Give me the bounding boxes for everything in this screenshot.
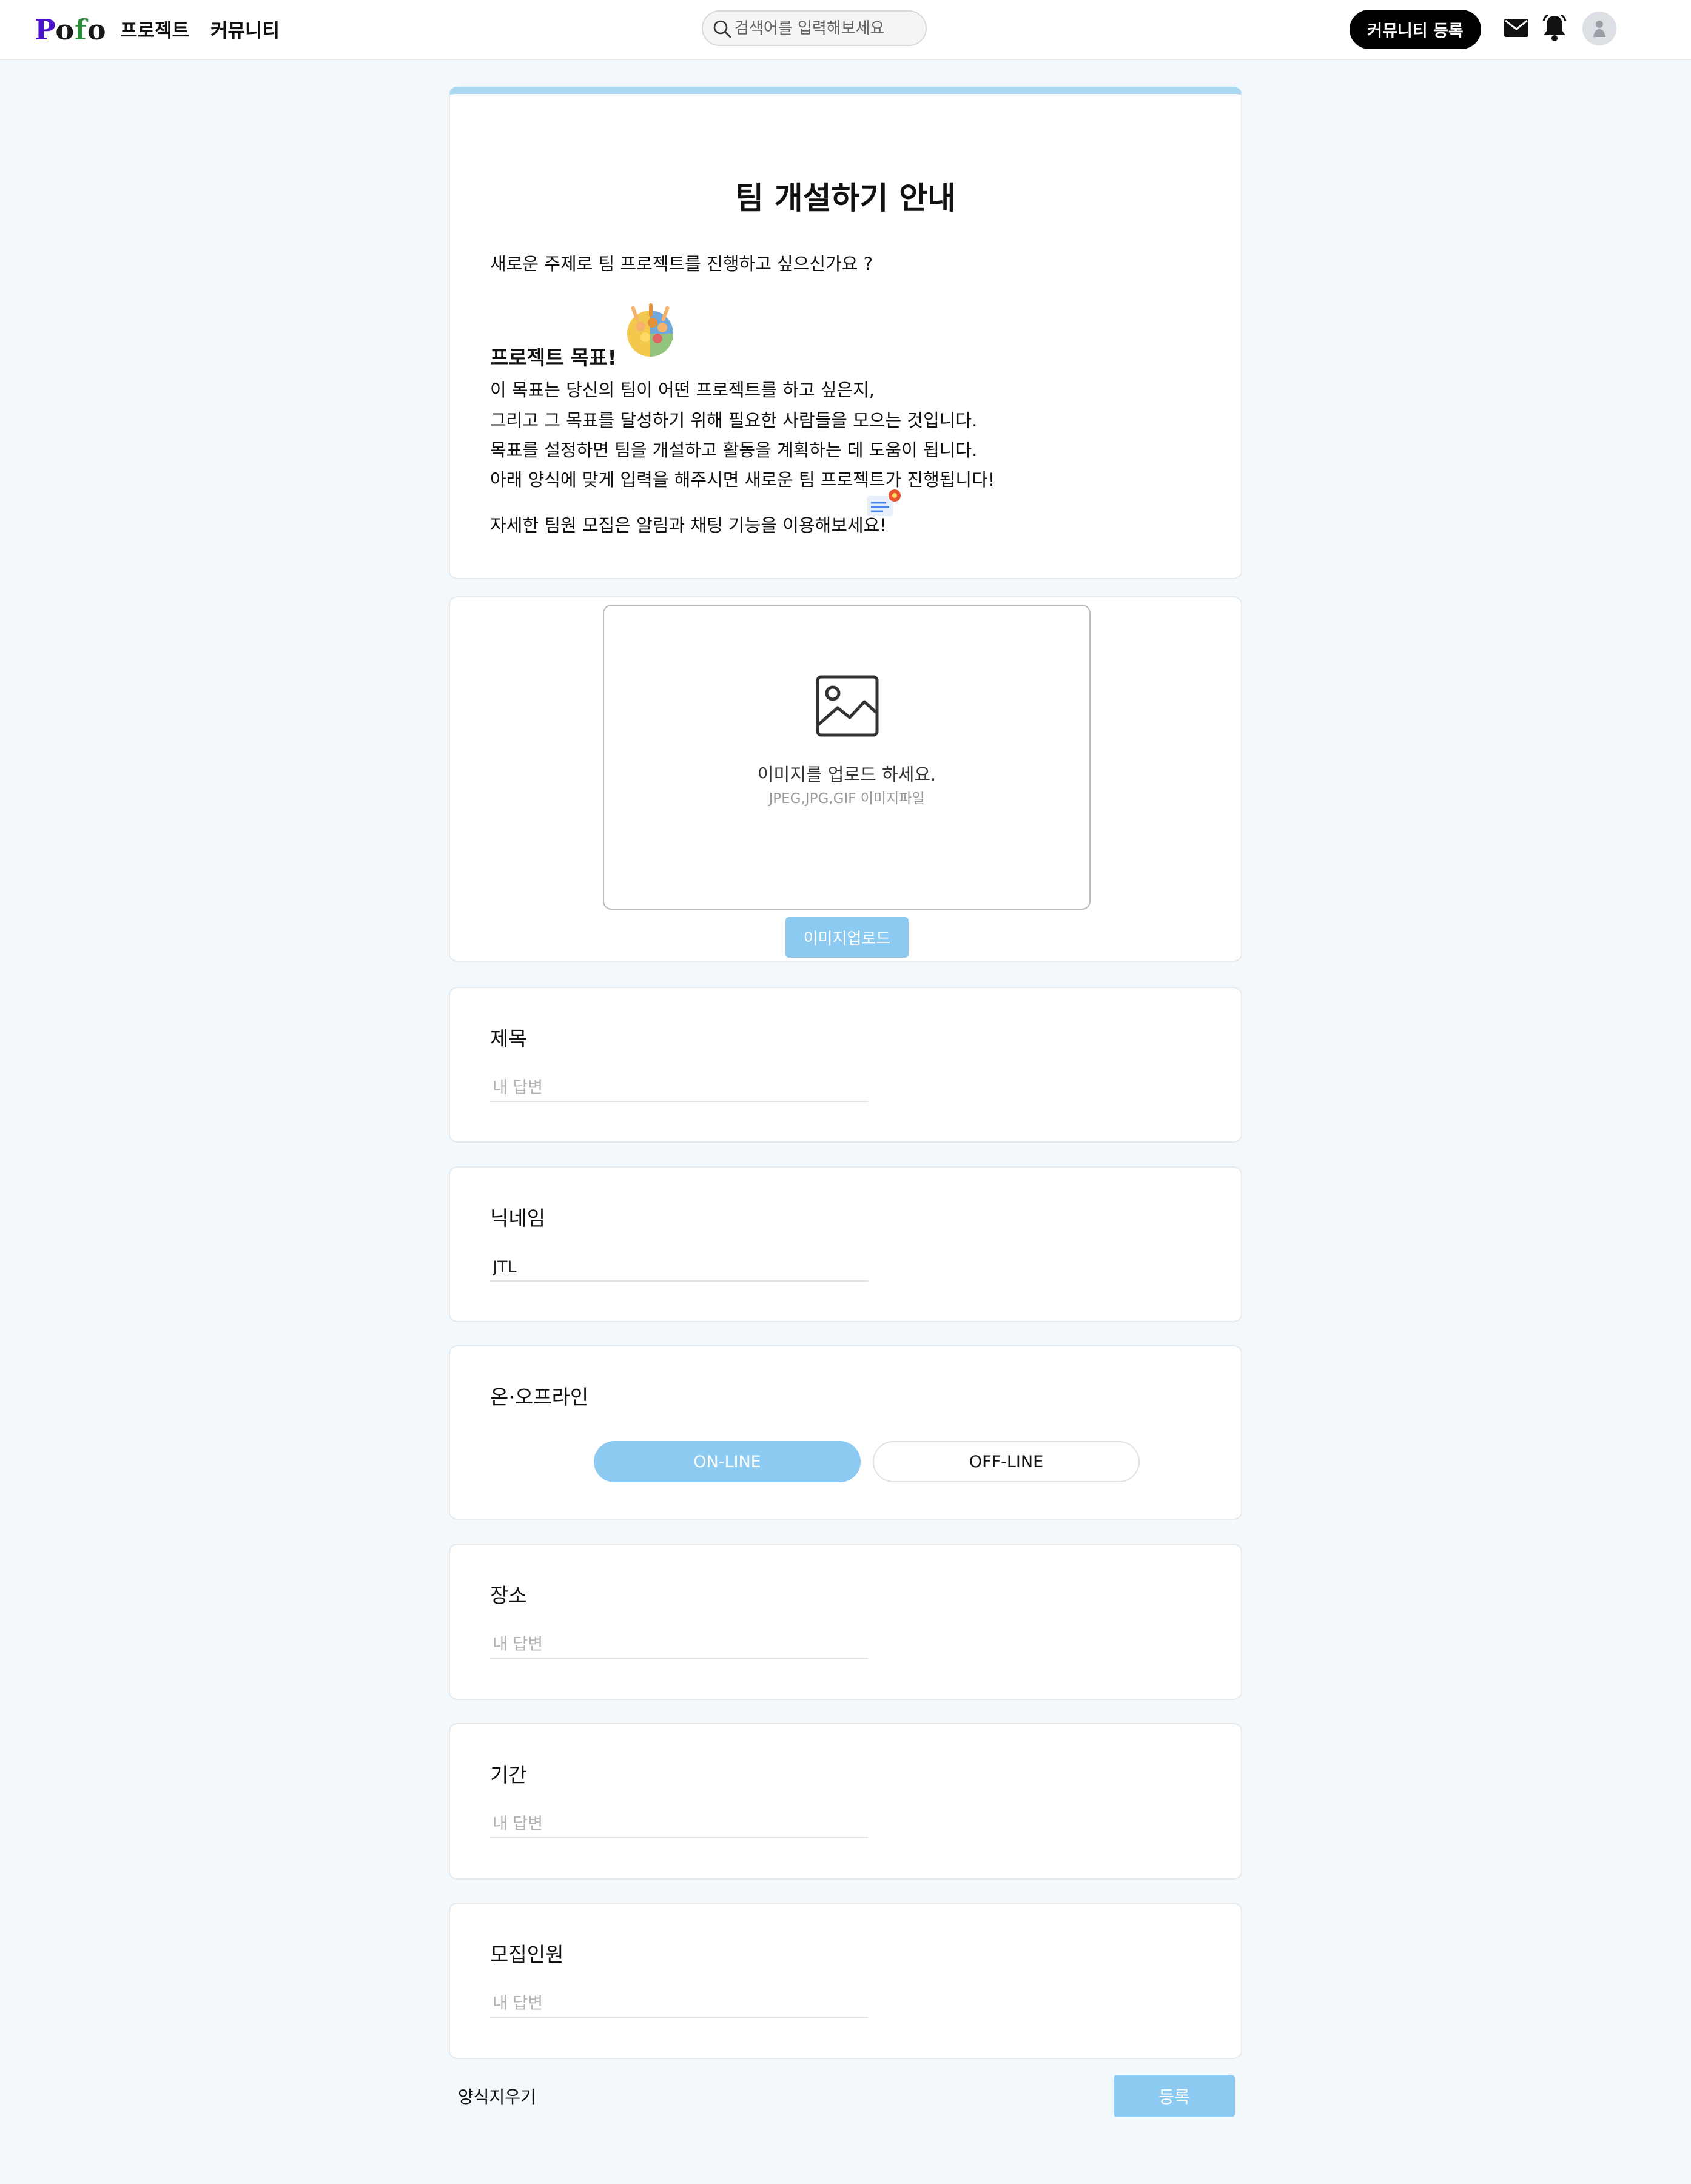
search-icon	[713, 20, 731, 38]
field-label-mode: 온·오프라인	[490, 1385, 589, 1409]
intro-line: 아래 양식에 맞게 입력을 해주시면 새로운 팀 프로젝트가 진행됩니다!	[490, 469, 995, 490]
chat-notification-icon	[867, 489, 901, 516]
intro-line: 이 목표는 당신의 팀이 어떤 프로젝트를 하고 싶은지,	[490, 380, 875, 400]
title-input[interactable]	[490, 1074, 868, 1102]
place-field-card: 장소	[449, 1544, 1242, 1700]
page-title: 팀 개설하기 안내	[735, 181, 956, 217]
search-bar[interactable]	[702, 10, 927, 46]
field-label-period: 기간	[490, 1763, 527, 1787]
submit-button[interactable]: 등록	[1114, 2075, 1235, 2117]
field-label-title: 제목	[490, 1027, 527, 1050]
search-input[interactable]	[735, 16, 919, 41]
title-field-card: 제목	[449, 987, 1242, 1143]
logo-letter: P	[35, 13, 56, 46]
image-upload-card: 이미지를 업로드 하세요. JPEG,JPG,GIF 이미지파일 이미지업로드	[449, 596, 1242, 962]
nickname-input[interactable]	[490, 1254, 868, 1282]
nav-community[interactable]: 커뮤니티	[210, 15, 280, 42]
offline-toggle[interactable]: OFF-LINE	[873, 1441, 1140, 1482]
reset-form-button[interactable]: 양식지우기	[458, 2083, 536, 2109]
logo-letter: o	[55, 13, 75, 46]
period-field-card: 기간	[449, 1723, 1242, 1880]
intro-card: 팀 개설하기 안내 새로운 주제로 팀 프로젝트를 진행하고 싶으신가요 ? 프…	[449, 87, 1242, 579]
top-header: Pofo 프로젝트 커뮤니티 커뮤니티 등록	[0, 0, 1691, 60]
image-dropzone[interactable]: 이미지를 업로드 하세요. JPEG,JPG,GIF 이미지파일	[603, 605, 1091, 910]
community-register-button[interactable]: 커뮤니티 등록	[1350, 10, 1481, 49]
mail-icon[interactable]	[1504, 17, 1529, 39]
goal-heading: 프로젝트 목표!	[490, 346, 617, 369]
nav-project[interactable]: 프로젝트	[120, 15, 189, 42]
intro-line: 자세한 팀원 모집은 알림과 채팅 기능을 이용해보세요!	[490, 515, 887, 536]
pofo-logo[interactable]: Pofo	[35, 13, 107, 46]
image-upload-button[interactable]: 이미지업로드	[785, 917, 909, 958]
user-silhouette-icon	[1593, 21, 1605, 37]
online-offline-card: 온·오프라인 ON-LINE OFF-LINE	[449, 1345, 1242, 1520]
intro-question: 새로운 주제로 팀 프로젝트를 진행하고 싶으신가요 ?	[490, 254, 873, 274]
nickname-field-card: 닉네임	[449, 1166, 1242, 1322]
field-label-place: 장소	[490, 1584, 527, 1607]
upload-instruction: 이미지를 업로드 하세요.	[757, 764, 936, 785]
team-celebration-icon	[627, 303, 673, 357]
online-toggle[interactable]: ON-LINE	[594, 1441, 861, 1482]
upload-file-types: JPEG,JPG,GIF 이미지파일	[768, 791, 925, 807]
field-label-recruit: 모집인원	[490, 1943, 564, 1966]
recruit-count-input[interactable]	[490, 1990, 868, 2018]
recruit-field-card: 모집인원	[449, 1903, 1242, 2059]
logo-letter: o	[87, 13, 107, 46]
place-input[interactable]	[490, 1631, 868, 1659]
period-input[interactable]	[490, 1810, 868, 1838]
intro-line: 그리고 그 목표를 달성하기 위해 필요한 사람들을 모으는 것입니다.	[490, 410, 978, 431]
field-label-nickname: 닉네임	[490, 1206, 546, 1230]
logo-letter: f	[75, 13, 87, 46]
bell-icon[interactable]	[1542, 14, 1567, 42]
avatar[interactable]	[1582, 12, 1616, 45]
intro-line: 목표를 설정하면 팀을 개설하고 활동을 계획하는 데 도움이 됩니다.	[490, 440, 978, 460]
image-icon	[816, 675, 879, 737]
